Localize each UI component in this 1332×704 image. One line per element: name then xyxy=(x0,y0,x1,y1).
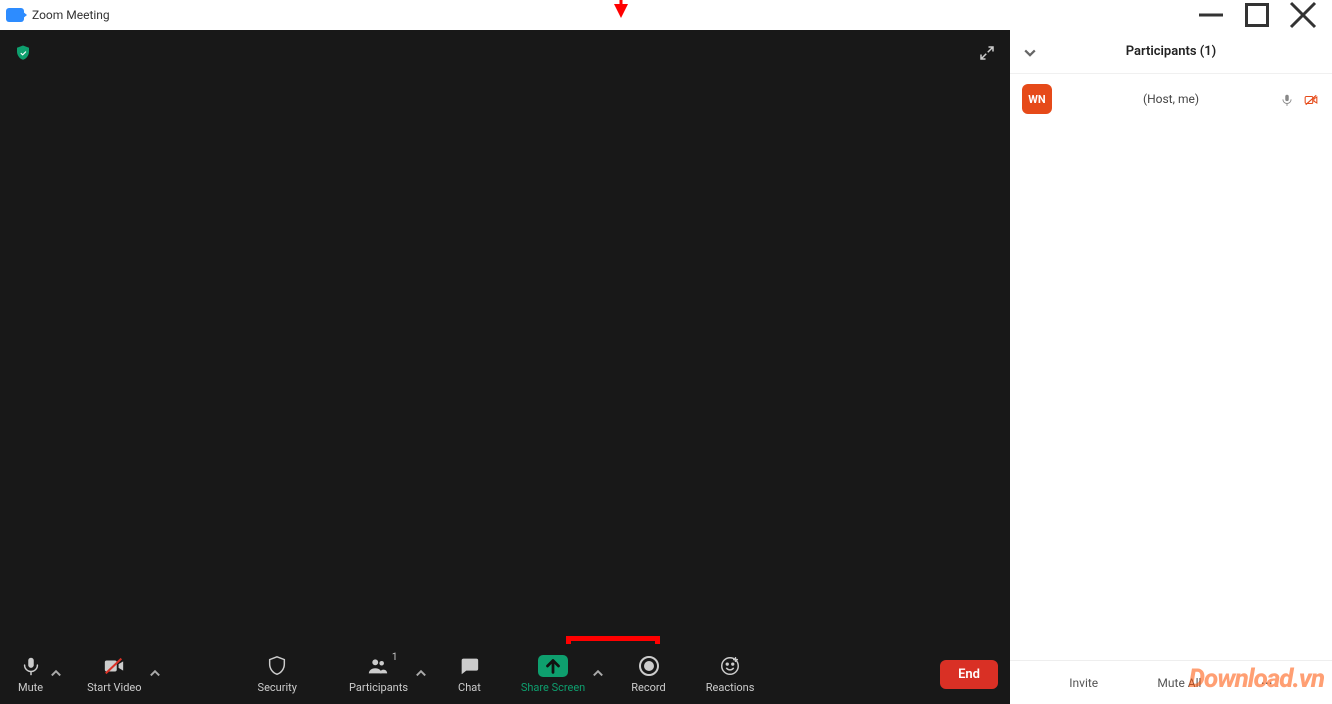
reactions-label: Reactions xyxy=(706,681,755,694)
participant-row[interactable]: WN (Host, me) xyxy=(1010,74,1332,124)
share-options-caret[interactable] xyxy=(591,667,605,681)
record-label: Record xyxy=(631,681,665,694)
collapse-panel-caret[interactable] xyxy=(1022,44,1038,60)
participants-options-caret[interactable] xyxy=(414,667,428,681)
security-button[interactable]: Security xyxy=(252,655,303,694)
chat-button[interactable]: Chat xyxy=(452,655,487,694)
participants-title: Participants (1) xyxy=(1126,44,1217,59)
mute-button[interactable]: Mute xyxy=(12,655,49,694)
participants-footer: Invite Mute All ⋯ xyxy=(1010,660,1332,704)
reactions-button[interactable]: Reactions xyxy=(700,655,761,694)
shield-outline-icon xyxy=(266,655,288,677)
reactions-icon xyxy=(719,655,741,677)
share-screen-icon xyxy=(538,655,568,677)
share-screen-button[interactable]: Share Screen xyxy=(515,655,591,694)
chat-label: Chat xyxy=(458,681,481,694)
avatar: WN xyxy=(1022,84,1052,114)
participant-mic-icon xyxy=(1280,92,1294,106)
more-button[interactable]: ⋯ xyxy=(1261,676,1273,690)
share-screen-label: Share Screen xyxy=(521,681,585,694)
start-video-button[interactable]: Start Video xyxy=(81,655,147,694)
participants-icon: 1 xyxy=(367,655,389,677)
start-video-label: Start Video xyxy=(87,681,141,694)
invite-button[interactable]: Invite xyxy=(1069,676,1098,690)
shield-icon[interactable] xyxy=(14,44,32,62)
video-options-caret[interactable] xyxy=(148,667,162,681)
participants-label: Participants xyxy=(349,681,408,694)
participants-panel: Participants (1) WN (Host, me) Invite Mu… xyxy=(1010,30,1332,704)
participants-button[interactable]: 1 Participants xyxy=(343,655,414,694)
mute-options-caret[interactable] xyxy=(49,667,63,681)
participants-count-badge: 1 xyxy=(392,652,398,663)
video-off-icon xyxy=(103,655,125,677)
video-area: Mute Start Video Security xyxy=(0,30,1010,704)
participant-name: (Host, me) xyxy=(1062,92,1280,106)
participant-video-off-icon xyxy=(1302,92,1320,106)
mute-all-button[interactable]: Mute All xyxy=(1157,676,1201,690)
security-label: Security xyxy=(258,681,297,694)
record-icon xyxy=(638,655,660,677)
mute-label: Mute xyxy=(18,681,43,694)
zoom-app-icon xyxy=(6,8,24,22)
microphone-icon xyxy=(20,655,42,677)
chat-icon xyxy=(458,655,480,677)
meeting-toolbar: Mute Start Video Security xyxy=(0,644,1010,704)
participants-header: Participants (1) xyxy=(1010,30,1332,74)
record-button[interactable]: Record xyxy=(625,655,671,694)
window-title: Zoom Meeting xyxy=(32,8,110,22)
end-button[interactable]: End xyxy=(940,660,998,689)
